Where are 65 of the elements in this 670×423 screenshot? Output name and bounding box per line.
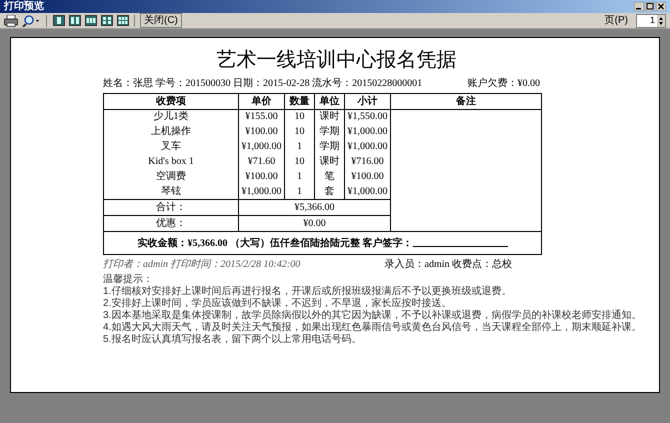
table-cell: 学期 <box>314 140 344 154</box>
table-cell: ¥1,000.00 <box>344 184 390 200</box>
table-cell: ¥100.00 <box>238 124 284 140</box>
four-pages-icon[interactable] <box>101 15 113 26</box>
table-cell: 课时 <box>314 154 344 170</box>
table-cell: ¥100.00 <box>238 170 284 184</box>
printer-icon[interactable] <box>4 14 18 26</box>
note-line: 1.仔细核对安排好上课时间后再进行报名，开课后或所报班级报满后不予以更换班级或退费。 <box>103 286 512 298</box>
table-cell: 笔 <box>314 170 344 184</box>
minimize-icon[interactable] <box>634 2 644 11</box>
one-page-icon[interactable] <box>53 15 65 26</box>
note-line: 2.安排好上课时间，学员应该做到不缺课，不迟到，不早退，家长应按时接送。 <box>103 298 452 310</box>
entry-info: 录入员：admin 收费点：总校 <box>384 258 512 272</box>
table-cell: 叉车 <box>104 140 238 154</box>
table-cell: ¥716.00 <box>344 154 390 170</box>
receipt-title: 艺术一线培训中心报名凭据 <box>216 48 458 73</box>
table-cell: ¥1,000.00 <box>238 140 284 154</box>
column-header: 单位 <box>314 94 344 110</box>
table-cell: 学期 <box>314 124 344 140</box>
table-cell: 少儿1类 <box>104 110 238 124</box>
note-line: 4.如遇大风大雨天气，请及时关注天气预报，如果出现红色暴雨信号或黄色台风信号，当天课程全部停上，期末顺延补课。 <box>103 322 642 334</box>
table-cell: 琴铉 <box>104 184 238 200</box>
total-label: 合计： <box>104 200 238 216</box>
table-cell: 10 <box>284 110 314 124</box>
arrears-text: 账户欠费：¥0.00 <box>468 76 540 91</box>
table-cell: 课时 <box>314 110 344 124</box>
note-line: 5.报名时应认真填写报名表，留下两个以上常用电话号码。 <box>103 334 362 346</box>
notes-title: 温馨提示： <box>103 274 154 286</box>
table-cell: ¥1,550.00 <box>344 110 390 124</box>
table-cell: Kid's box 1 <box>104 154 238 170</box>
column-header: 备注 <box>390 94 542 110</box>
window-title: 打印预览 <box>4 0 44 12</box>
table-cell: 10 <box>284 154 314 170</box>
table-cell: 1 <box>284 184 314 200</box>
table-cell: 1 <box>284 170 314 184</box>
discount-label: 优惠： <box>104 216 238 232</box>
table-cell: ¥71.60 <box>238 154 284 170</box>
close-icon[interactable] <box>656 2 666 11</box>
page-spinner[interactable]: 1 <box>636 14 666 28</box>
close-button[interactable]: 关闭(C) <box>140 13 182 28</box>
table-cell: 空调费 <box>104 170 238 184</box>
table-cell: 上机操作 <box>104 124 238 140</box>
amount-received: 实收金额：¥5,366.00 （大写）伍仟叁佰陆拾陆元整 客户签字： <box>138 238 412 248</box>
table-cell: 1 <box>284 140 314 154</box>
table-cell: ¥1,000.00 <box>344 124 390 140</box>
page-label: 页(P) <box>604 16 628 26</box>
table-cell: ¥1,000.00 <box>238 184 284 200</box>
table-cell: ¥155.00 <box>238 110 284 124</box>
table-cell: ¥1,000.00 <box>344 140 390 154</box>
table-cell: 套 <box>314 184 344 200</box>
three-pages-icon[interactable] <box>85 15 97 26</box>
table-cell: 10 <box>284 124 314 140</box>
column-header: 单价 <box>238 94 284 110</box>
column-header: 小计 <box>344 94 390 110</box>
note-line: 3.因本基地采取是集体授课制，故学员除病假以外的其它因为缺课，不予以补课或退费，病假学员的补课校老师安排通知。 <box>103 310 642 322</box>
zoom-icon[interactable] <box>22 14 40 26</box>
maximize-icon[interactable] <box>645 2 655 11</box>
print-info: 打印者：admin 打印时间：2015/2/28 10:42:00 <box>103 258 300 272</box>
student-info: 姓名：张思 学号：201500030 日期：2015-02-28 流水号：20150228000001 <box>103 76 422 91</box>
total-value: ¥5,366.00 <box>238 200 390 216</box>
column-header: 数量 <box>284 94 314 110</box>
column-header: 收费项 <box>104 94 238 110</box>
table-cell: ¥100.00 <box>344 170 390 184</box>
two-pages-icon[interactable] <box>69 15 81 26</box>
six-pages-icon[interactable] <box>117 15 129 26</box>
